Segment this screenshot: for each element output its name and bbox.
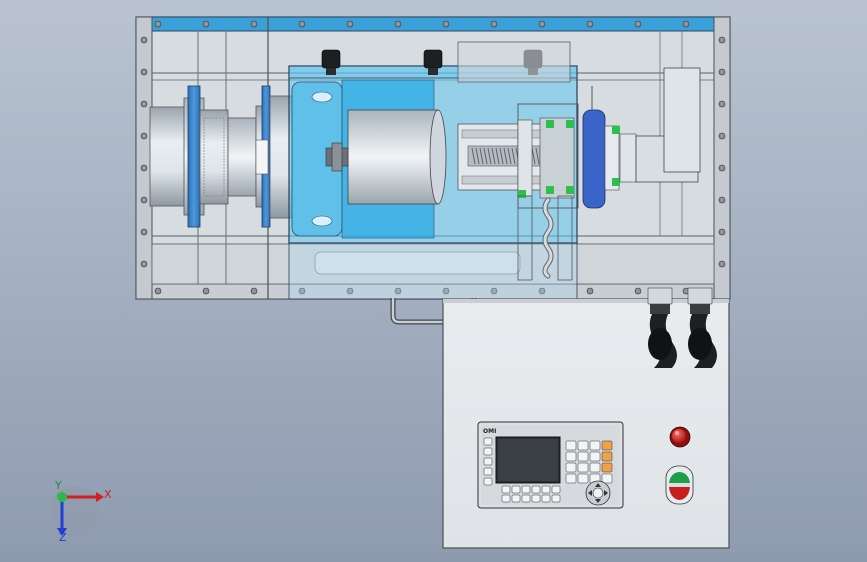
hmi-function-key[interactable] xyxy=(501,494,511,503)
hmi-softkey[interactable] xyxy=(483,477,493,486)
hmi-function-key[interactable] xyxy=(521,494,531,503)
hmi-softkey[interactable] xyxy=(483,437,493,446)
hmi-function-key[interactable] xyxy=(541,494,551,503)
frame-screw xyxy=(140,36,148,44)
frame-screw xyxy=(718,228,726,236)
hmi-keypad-key[interactable] xyxy=(565,440,577,451)
frame-screw xyxy=(538,20,546,28)
cad-assembly-view xyxy=(50,16,731,549)
hmi-function-key[interactable] xyxy=(531,485,541,494)
hmi-keypad-key[interactable] xyxy=(565,473,577,484)
hmi-function-key[interactable] xyxy=(511,494,521,503)
frame-screw xyxy=(140,164,148,172)
hmi-function-key[interactable] xyxy=(511,485,521,494)
frame-screw xyxy=(634,20,642,28)
frame-screw xyxy=(140,132,148,140)
frame-screw xyxy=(202,20,210,28)
hmi-softkey[interactable] xyxy=(483,447,493,456)
hmi-function-key[interactable] xyxy=(531,494,541,503)
frame-screw xyxy=(718,68,726,76)
frame-screw xyxy=(140,228,148,236)
frame-screw xyxy=(250,287,258,295)
triad-z-label: Z xyxy=(59,531,67,544)
frame-screw xyxy=(718,164,726,172)
hmi-keypad-key[interactable] xyxy=(601,451,613,462)
hmi-keypad-key[interactable] xyxy=(565,462,577,473)
emergency-stop-button[interactable] xyxy=(669,426,691,448)
hmi-softkey[interactable] xyxy=(483,467,493,476)
hmi-keypad-key[interactable] xyxy=(577,473,589,484)
hmi-keypad-key[interactable] xyxy=(577,440,589,451)
frame-screw xyxy=(140,100,148,108)
hmi-keypad-key[interactable] xyxy=(577,462,589,473)
hmi-keypad-key[interactable] xyxy=(565,451,577,462)
hmi-brand-label: OMI xyxy=(483,428,497,435)
frame-screw xyxy=(718,196,726,204)
hmi-function-key[interactable] xyxy=(551,494,561,503)
hmi-keypad-key[interactable] xyxy=(601,440,613,451)
frame-screw xyxy=(490,20,498,28)
hmi-keypad-key[interactable] xyxy=(589,440,601,451)
frame-screw xyxy=(140,196,148,204)
frame-screw xyxy=(140,260,148,268)
frame-screw xyxy=(154,20,162,28)
hmi-keypad-key[interactable] xyxy=(589,451,601,462)
start-stop-button[interactable] xyxy=(665,465,694,505)
frame-screw xyxy=(298,20,306,28)
frame-screw xyxy=(202,287,210,295)
frame-screw xyxy=(140,68,148,76)
frame-screw xyxy=(250,20,258,28)
frame-screw xyxy=(154,287,162,295)
frame-screw xyxy=(718,36,726,44)
triad-x-label: X xyxy=(104,488,112,501)
frame-screw xyxy=(718,260,726,268)
hmi-function-key[interactable] xyxy=(551,485,561,494)
hmi-panel xyxy=(477,421,624,509)
triad-y-label: Y xyxy=(55,479,62,492)
hmi-softkey[interactable] xyxy=(483,457,493,466)
frame-screw xyxy=(346,20,354,28)
hmi-keypad-key[interactable] xyxy=(577,451,589,462)
frame-screw xyxy=(634,287,642,295)
hmi-keypad-key[interactable] xyxy=(601,473,613,484)
frame-screw xyxy=(682,20,690,28)
frame-screw xyxy=(586,20,594,28)
frame-screw xyxy=(718,100,726,108)
frame-screw xyxy=(442,20,450,28)
hmi-keypad-key[interactable] xyxy=(601,462,613,473)
hmi-keypad-key[interactable] xyxy=(589,462,601,473)
hmi-function-key[interactable] xyxy=(501,485,511,494)
hmi-function-key[interactable] xyxy=(541,485,551,494)
hmi-function-key[interactable] xyxy=(521,485,531,494)
frame-screw xyxy=(718,132,726,140)
coordinate-triad xyxy=(50,486,104,536)
frame-screw xyxy=(586,287,594,295)
frame-screw xyxy=(394,20,402,28)
